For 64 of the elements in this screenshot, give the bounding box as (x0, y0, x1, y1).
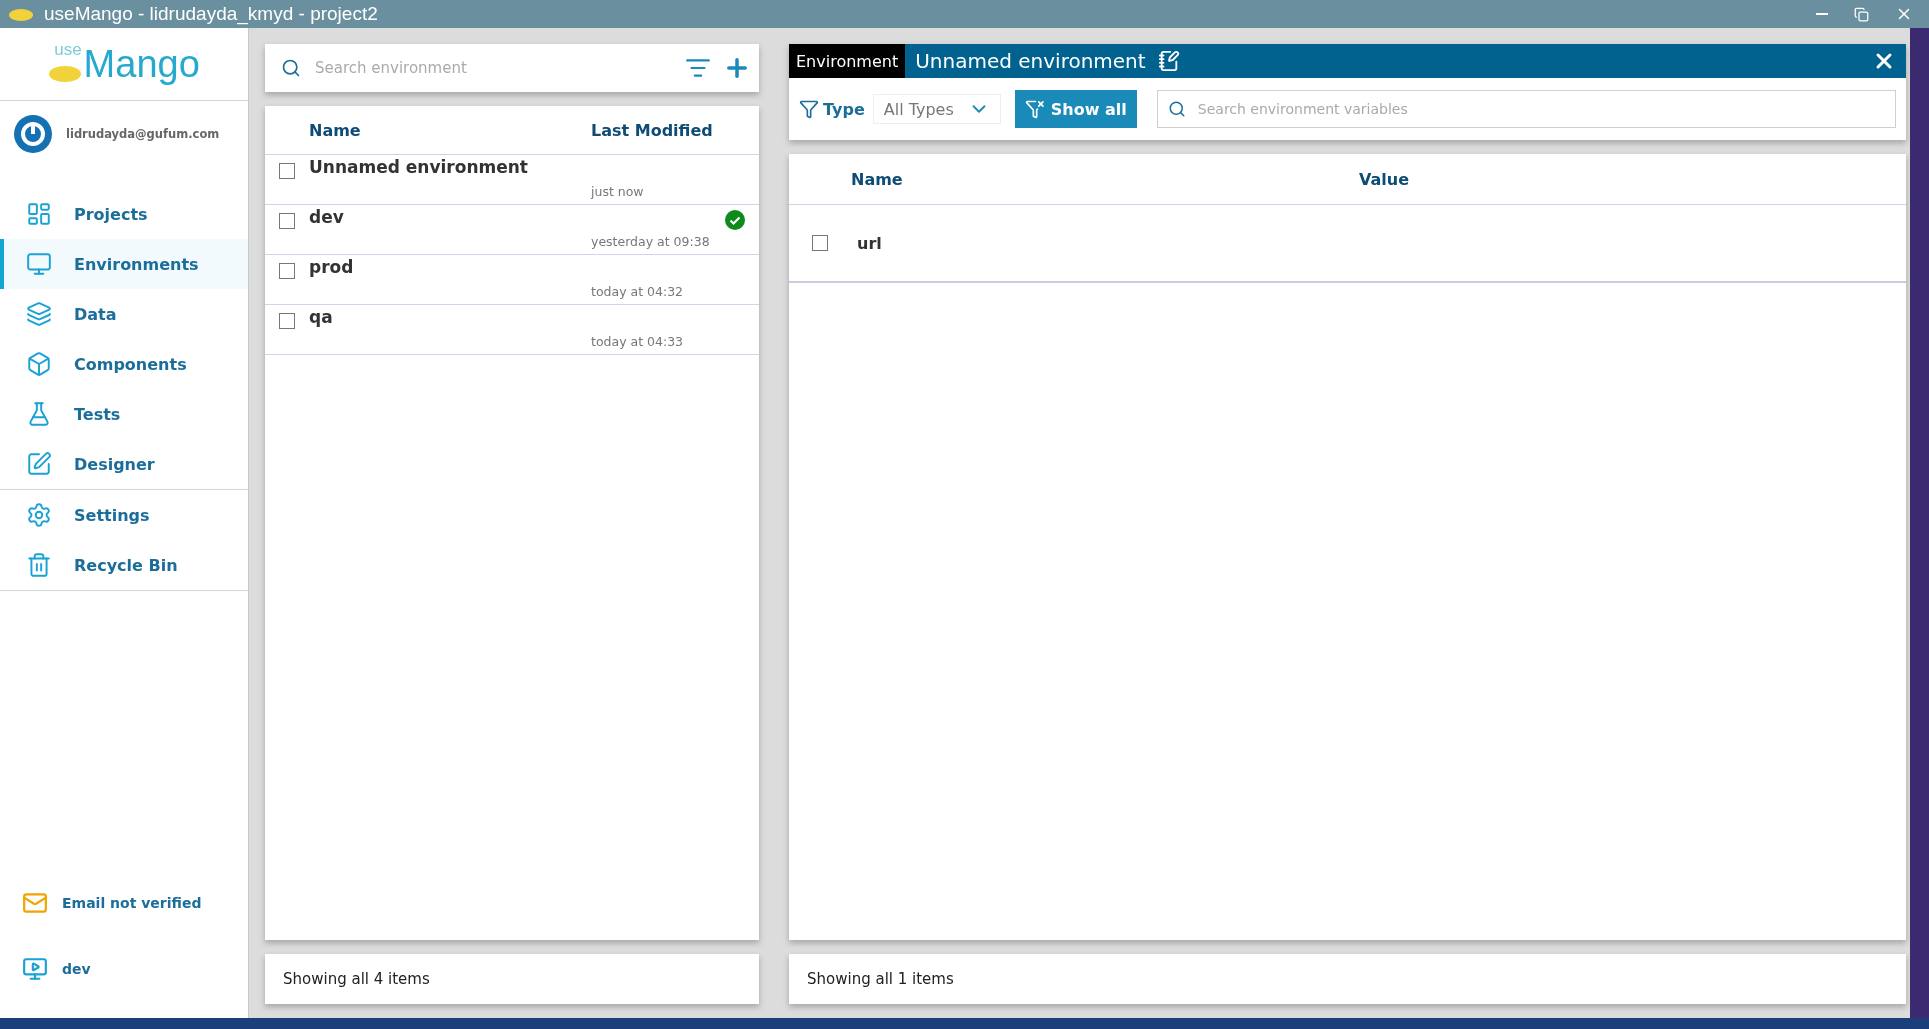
logo-text: use (54, 40, 82, 60)
environment-row[interactable]: Unnamed environment just now (265, 155, 759, 205)
cube-icon (26, 351, 52, 377)
settings-icon (26, 502, 52, 528)
nav-item[interactable]: Data (0, 289, 248, 339)
nav-item[interactable]: Tests (0, 389, 248, 439)
nav-item[interactable]: Projects (0, 189, 248, 239)
variable-search-bar[interactable]: Search environment variables (1156, 90, 1896, 128)
modified-date: today at 04:33 (591, 334, 684, 349)
environment-row[interactable]: dev yesterday at 09:38 (265, 205, 759, 255)
modified-date: today at 04:32 (591, 284, 684, 299)
grid-icon (26, 201, 52, 227)
column-header: Value (1359, 169, 1411, 189)
pencil-square-icon (26, 451, 52, 477)
trash-icon (26, 552, 52, 578)
flask-icon (26, 401, 52, 427)
filter-icon (799, 99, 819, 119)
restore-icon (1854, 6, 1869, 22)
monitor-icon (26, 251, 52, 277)
layers-icon (26, 301, 52, 327)
nav-item[interactable]: Components (0, 339, 248, 389)
item-count: Showing all 1 items (789, 954, 1906, 1004)
minimize-icon (1816, 13, 1828, 15)
logo-text: Mango (83, 42, 200, 86)
environment-row[interactable]: prod today at 04:32 (265, 255, 759, 305)
variable-row[interactable]: url (789, 205, 1906, 283)
search-icon (1167, 100, 1186, 118)
email-status[interactable]: Email not verified (22, 890, 248, 916)
type-dropdown[interactable]: All Types (872, 94, 1001, 124)
environment-name: Unnamed environment (309, 157, 528, 177)
environment-name: prod (309, 257, 354, 277)
user-email: lidrudayda@gufum.com (66, 127, 220, 141)
checkbox[interactable] (279, 313, 295, 329)
environment-name: dev (309, 207, 344, 227)
checkbox[interactable] (812, 235, 828, 251)
nav-item[interactable]: Environments (0, 239, 248, 289)
search-bar[interactable]: Search environment (265, 44, 759, 92)
search-icon (281, 58, 301, 78)
avatar-icon (14, 115, 52, 153)
checkbox[interactable] (279, 263, 295, 279)
show-all-button[interactable]: Show all (1014, 90, 1137, 128)
environment-title: Unnamed environment (914, 49, 1147, 73)
variable-name: url (857, 233, 882, 253)
nav-item[interactable]: Settings (0, 490, 248, 540)
filter-label: Type (823, 99, 865, 119)
environment-tag: Environment (789, 44, 906, 78)
column-header: Name (309, 120, 362, 140)
column-header: Last Modified (591, 120, 714, 140)
mail-warning-icon (22, 890, 48, 916)
modified-date: just now (591, 184, 644, 199)
current-environment[interactable]: dev (22, 956, 248, 982)
environment-row[interactable]: qa today at 04:33 (265, 305, 759, 355)
monitor-play-icon (22, 956, 48, 982)
edit-icon[interactable] (1157, 50, 1180, 72)
nav-item[interactable]: Designer (0, 439, 248, 489)
checkbox[interactable] (279, 163, 295, 179)
nav-item[interactable]: Recycle Bin (0, 540, 248, 590)
item-count: Showing all 4 items (265, 954, 759, 1004)
modified-date: yesterday at 09:38 (591, 234, 710, 249)
window-title: useMango - lidrudayda_kmyd - project2 (44, 3, 379, 25)
filter-off-icon (1024, 99, 1045, 119)
checkbox[interactable] (279, 213, 295, 229)
environment-name: qa (309, 307, 333, 327)
column-header: Name (851, 169, 904, 189)
